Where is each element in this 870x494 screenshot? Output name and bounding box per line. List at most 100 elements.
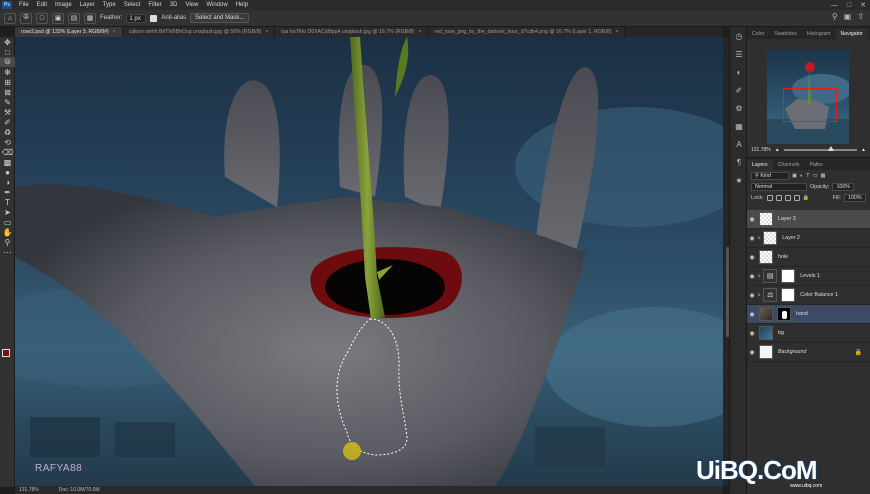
- tab-paths[interactable]: Paths: [805, 160, 828, 170]
- document-canvas[interactable]: RAFYA88: [15, 37, 723, 486]
- filter-pixel-icon[interactable]: ▣: [792, 173, 797, 179]
- path-select-tool-icon[interactable]: ➤: [0, 207, 15, 217]
- lock-artboard-icon[interactable]: [793, 194, 800, 201]
- visibility-eye-icon[interactable]: ◉: [747, 292, 757, 299]
- gradient-tool-icon[interactable]: ▩: [0, 157, 15, 167]
- lasso-tool-icon[interactable]: ⦾: [0, 57, 15, 67]
- menu-layer[interactable]: Layer: [76, 2, 99, 8]
- crop-tool-icon[interactable]: ⊞: [0, 77, 15, 87]
- visibility-eye-icon[interactable]: ◉: [747, 349, 757, 356]
- layer-mask-thumbnail[interactable]: [777, 307, 791, 321]
- subtract-selection-icon[interactable]: ▤: [68, 12, 80, 24]
- menu-edit[interactable]: Edit: [33, 2, 51, 8]
- menu-3d[interactable]: 3D: [166, 2, 182, 8]
- zoom-in-icon[interactable]: ▲: [861, 147, 866, 153]
- paragraph-icon[interactable]: ¶: [730, 153, 748, 171]
- adjustments-icon[interactable]: ◐: [730, 63, 748, 81]
- navigator-view-rect[interactable]: [783, 88, 837, 122]
- brush-tool-icon[interactable]: ✐: [0, 117, 15, 127]
- eyedropper-tool-icon[interactable]: ✎: [0, 97, 15, 107]
- home-icon[interactable]: ⌂: [4, 12, 16, 24]
- visibility-eye-icon[interactable]: ◉: [747, 273, 757, 280]
- visibility-eye-icon[interactable]: ◉: [747, 216, 757, 223]
- feather-input[interactable]: 1 px: [126, 13, 147, 23]
- lock-all-icon[interactable]: 🔒: [803, 195, 810, 201]
- opacity-input[interactable]: 100%: [832, 182, 855, 191]
- lock-pixels-icon[interactable]: [775, 194, 782, 201]
- tab-swatches[interactable]: Swatches: [769, 29, 802, 39]
- tool-presets-icon[interactable]: ⚙: [730, 99, 748, 117]
- share-icon[interactable]: ⇧: [857, 12, 864, 21]
- kind-filter-select[interactable]: ⚲ Kind: [751, 171, 789, 180]
- tab-channels[interactable]: Channels: [773, 160, 805, 170]
- tab-rose2[interactable]: rose2.psd @ 132% (Layer 3, RGB/8#) ×: [15, 27, 123, 37]
- history-brush-tool-icon[interactable]: ⟲: [0, 137, 15, 147]
- close-icon[interactable]: ×: [265, 29, 268, 35]
- visibility-eye-icon[interactable]: ◉: [747, 254, 757, 261]
- libraries-icon[interactable]: ▦: [730, 117, 748, 135]
- layer-row-hole[interactable]: ◉ hole: [747, 248, 870, 267]
- tab-callum-smith[interactable]: callum smith BdTlvBBhOsg unsplash.jpg @ …: [122, 27, 276, 37]
- workspace-icon[interactable]: ▣: [844, 12, 852, 21]
- intersect-selection-icon[interactable]: ▦: [84, 12, 96, 24]
- navigator-zoom-value[interactable]: 131.78%: [751, 147, 771, 153]
- tab-layers[interactable]: Layers: [747, 160, 773, 170]
- select-and-mask-button[interactable]: Select and Mask...: [190, 13, 250, 23]
- zoom-tool-icon[interactable]: ⚲: [0, 237, 15, 247]
- close-icon[interactable]: ✕: [860, 1, 866, 9]
- brush-settings-icon[interactable]: ✐: [730, 81, 748, 99]
- layer-mask-thumbnail[interactable]: [781, 288, 796, 302]
- menu-view[interactable]: View: [181, 2, 202, 8]
- more-tools-icon[interactable]: ⋯: [0, 247, 15, 257]
- lock-transparency-icon[interactable]: [766, 194, 773, 201]
- doc-size-readout[interactable]: Doc: 10.0M/70.0M: [59, 486, 100, 494]
- menu-type[interactable]: Type: [99, 2, 120, 8]
- healing-tool-icon[interactable]: ⚒: [0, 107, 15, 117]
- zoom-out-icon[interactable]: ▲: [775, 147, 780, 153]
- add-selection-icon[interactable]: ▣: [52, 12, 64, 24]
- visibility-eye-icon[interactable]: ◉: [747, 330, 757, 337]
- hand-tool-icon[interactable]: ✋: [0, 227, 15, 237]
- character-icon[interactable]: A: [730, 135, 748, 153]
- visibility-eye-icon[interactable]: ◉: [747, 235, 757, 242]
- frame-tool-icon[interactable]: ⊠: [0, 87, 15, 97]
- close-icon[interactable]: ×: [615, 29, 618, 35]
- layer-row-bg[interactable]: ◉ bg: [747, 324, 870, 343]
- navigator-preview[interactable]: [767, 49, 849, 144]
- type-tool-icon[interactable]: T: [0, 197, 15, 207]
- foreground-color-swatch[interactable]: [2, 349, 10, 357]
- menu-help[interactable]: Help: [232, 2, 252, 8]
- blur-tool-icon[interactable]: ●: [0, 167, 15, 177]
- menu-select[interactable]: Select: [120, 2, 145, 8]
- filter-smart-icon[interactable]: ▩: [820, 173, 825, 179]
- layer-mask-thumbnail[interactable]: [781, 269, 796, 283]
- tab-tua-hoTfrlo[interactable]: tua hoTfrlo D6XACdl9pp4 unsplash.jpg @ 1…: [275, 27, 429, 37]
- zoom-slider[interactable]: [783, 146, 858, 151]
- clone-stamp-tool-icon[interactable]: ♻: [0, 127, 15, 137]
- menu-window[interactable]: Window: [202, 2, 231, 8]
- layer-row-layer-2[interactable]: ◉ ↳ Layer 2: [747, 229, 870, 248]
- layer-row-background[interactable]: ◉ Background 🔒: [747, 343, 870, 362]
- pen-tool-icon[interactable]: ✒: [0, 187, 15, 197]
- tab-red-rose[interactable]: red_rose_png_by_the_darkest_hour_d7cdb4.…: [428, 27, 626, 37]
- filter-shape-icon[interactable]: ▭: [812, 173, 817, 179]
- close-icon[interactable]: ×: [418, 29, 421, 35]
- eraser-tool-icon[interactable]: ⌫: [0, 147, 15, 157]
- glyphs-icon[interactable]: ★: [730, 171, 748, 189]
- menu-filter[interactable]: Filter: [144, 2, 165, 8]
- layer-row-color-balance-1[interactable]: ◉ ↳ ⚖ Color Balance 1: [747, 286, 870, 305]
- close-icon[interactable]: ×: [113, 29, 116, 35]
- lock-position-icon[interactable]: [784, 194, 791, 201]
- zoom-slider-knob[interactable]: [827, 146, 834, 151]
- menu-image[interactable]: Image: [51, 2, 76, 8]
- tab-color[interactable]: Color: [747, 29, 769, 39]
- visibility-eye-icon[interactable]: ◉: [747, 311, 757, 318]
- filter-type-icon[interactable]: T: [806, 173, 809, 179]
- new-selection-icon[interactable]: □: [36, 12, 48, 24]
- history-icon[interactable]: ◷: [730, 27, 748, 45]
- properties-icon[interactable]: ☰: [730, 45, 748, 63]
- antialias-checkbox[interactable]: [150, 14, 158, 22]
- shape-tool-icon[interactable]: ▭: [0, 217, 15, 227]
- minimize-icon[interactable]: —: [831, 2, 838, 9]
- quick-select-tool-icon[interactable]: ✻: [0, 67, 15, 77]
